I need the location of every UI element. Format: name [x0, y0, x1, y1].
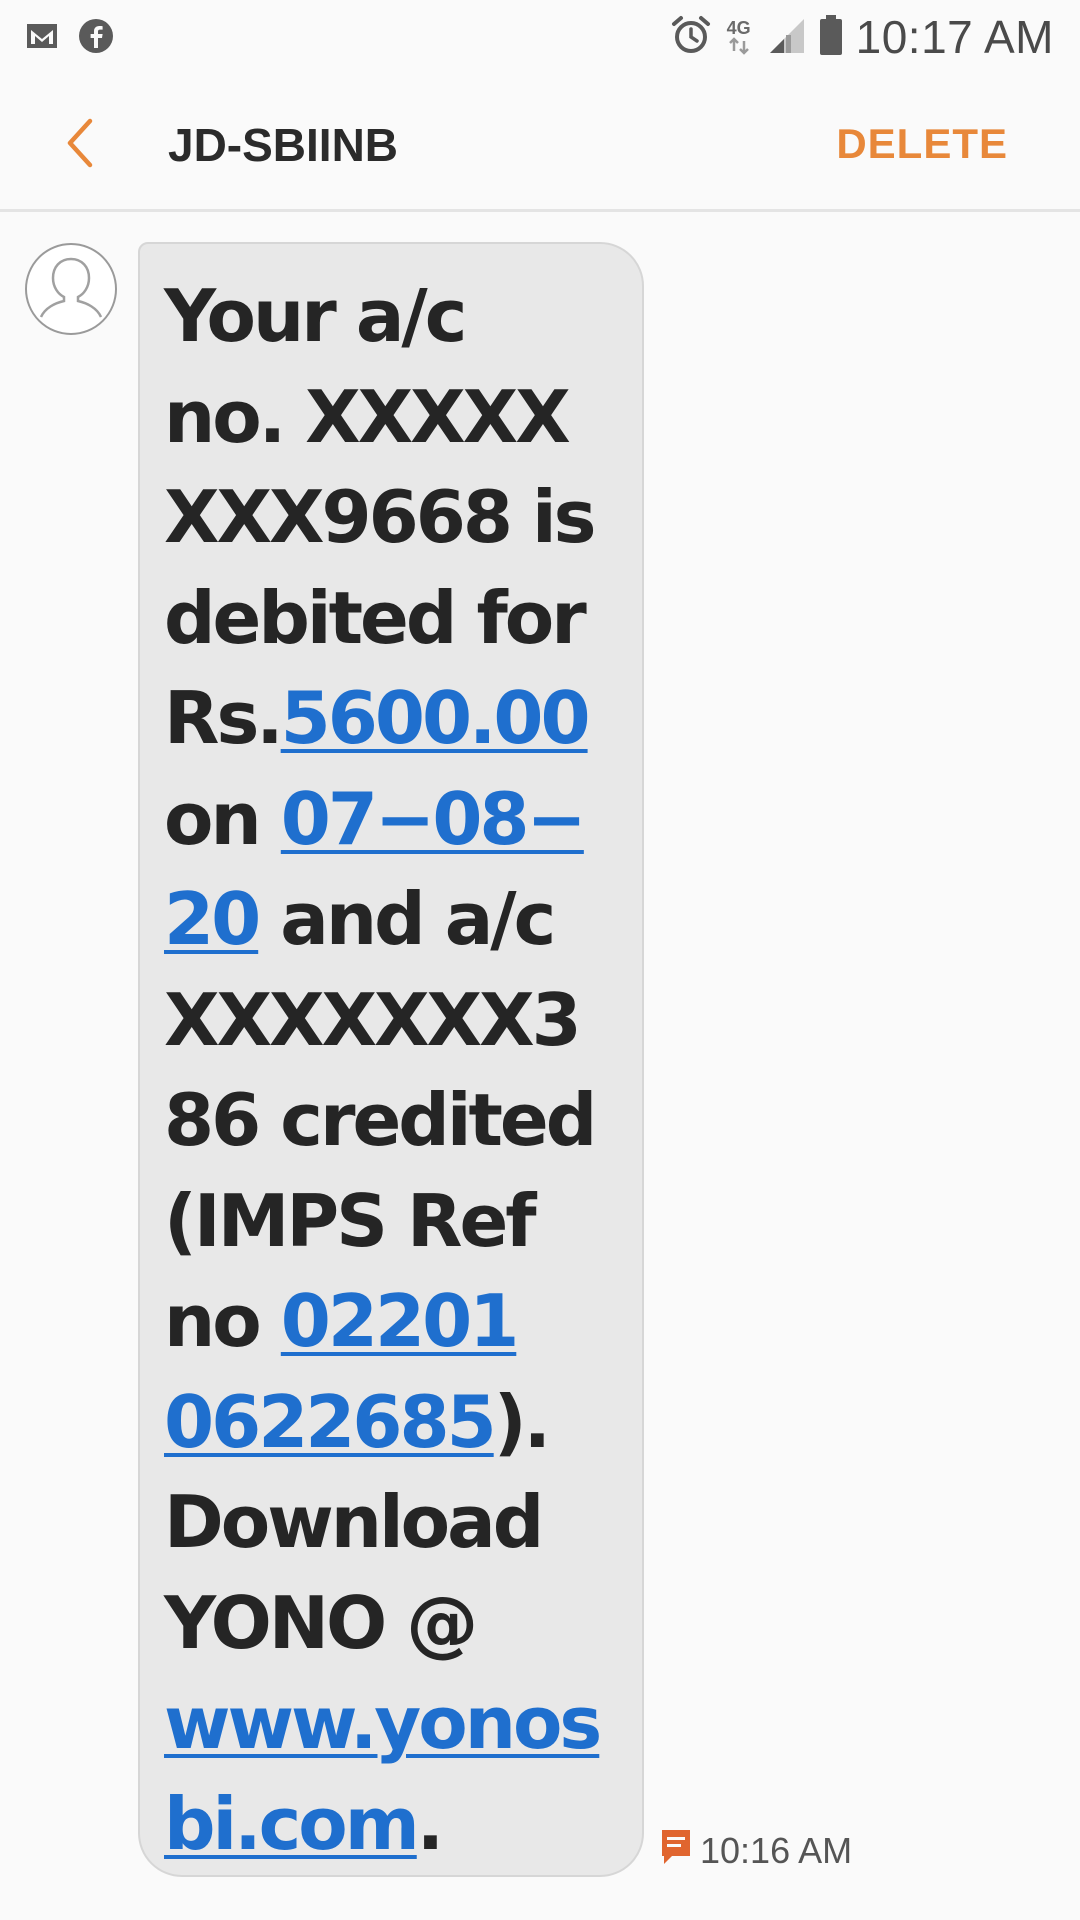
message-line: Rs.5600.00	[164, 668, 620, 769]
message-line: (IMPS Ref	[164, 1171, 620, 1272]
status-time: 10:17 AM	[855, 11, 1054, 63]
message-bubble[interactable]: Your a/c no. XXXXX XXX9668 is debited for Rs…	[138, 242, 644, 1877]
message-line-text: Download	[164, 1480, 544, 1564]
message-line-text: ).	[493, 1379, 551, 1464]
chevron-left-icon	[67, 118, 93, 168]
battery-icon	[818, 14, 844, 61]
message-line-text: Rs.	[164, 676, 284, 760]
person-icon	[39, 257, 103, 318]
gmail-icon	[26, 22, 58, 55]
message-line-text: no	[164, 1279, 281, 1363]
message-conversation-screen: 4G 10:17 AM JD-SBIINB DELETE Your a/c no…	[0, 0, 1080, 1920]
sms-icon	[658, 1826, 694, 1875]
contact-avatar[interactable]	[25, 243, 117, 335]
message-line: XXXXXXX3	[164, 970, 620, 1071]
signal-icon	[766, 15, 806, 60]
network-type-label: 4G	[726, 18, 751, 38]
message-line-text: debited for	[164, 575, 587, 660]
message-link[interactable]: 5600.00	[281, 676, 591, 760]
message-line: no 02201	[164, 1271, 620, 1372]
message-line: Your a/c	[164, 266, 620, 367]
message-line: bi.com.	[164, 1774, 620, 1875]
message-line-text: on	[164, 776, 281, 861]
message-time: 10:16 AM	[700, 1829, 853, 1871]
message-line: 0622685).	[164, 1372, 620, 1473]
alarm-icon	[670, 14, 712, 61]
message-line: XXX9668 is	[164, 467, 620, 568]
back-button[interactable]	[50, 108, 110, 178]
message-link[interactable]: 07−08−	[281, 777, 587, 861]
message-link[interactable]: 20	[164, 877, 261, 961]
message-line-text: no. XXXXX	[164, 374, 571, 459]
message-meta: 10:16 AM	[658, 1826, 852, 1875]
facebook-icon	[78, 18, 114, 59]
message-line-text: XXXXXXX3	[164, 977, 582, 1062]
status-bar: 4G 10:17 AM	[0, 0, 1080, 72]
message-link[interactable]: bi.com	[164, 1782, 420, 1866]
message-line-text: and a/c	[258, 877, 556, 961]
message-line: Download	[164, 1472, 620, 1573]
message-link[interactable]: www.yonos	[164, 1681, 602, 1765]
message-link[interactable]: 0622685	[164, 1380, 497, 1464]
message-line-text: YONO @	[164, 1580, 478, 1665]
message-line: 86 credited	[164, 1070, 620, 1171]
message-link[interactable]: 02201	[281, 1279, 519, 1363]
message-text: Your a/c no. XXXXX XXX9668 is debited for Rs…	[164, 266, 620, 1874]
delete-button[interactable]: DELETE	[836, 120, 1008, 168]
message-line: on 07−08−	[164, 769, 620, 870]
message-line-text: 86 credited	[164, 1078, 597, 1162]
message-line: www.yonos	[164, 1673, 620, 1774]
message-line-text: XXX9668 is	[164, 475, 597, 559]
message-line-text: Your a/c	[164, 274, 467, 358]
message-line-text: (IMPS Ref	[164, 1178, 537, 1263]
message-line: no. XXXXX	[164, 367, 620, 468]
network-arrows-icon: 4G	[724, 19, 754, 55]
conversation-header: JD-SBIINB DELETE	[0, 72, 1080, 212]
message-line: YONO @	[164, 1573, 620, 1674]
message-line-text: .	[416, 1781, 444, 1866]
message-line: debited for	[164, 568, 620, 669]
contact-name: JD-SBIINB	[168, 119, 399, 171]
message-line: 20 and a/c	[164, 869, 620, 970]
